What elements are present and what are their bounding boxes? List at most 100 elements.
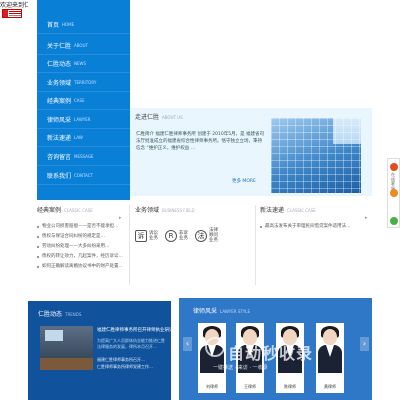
laws-title-en: CLASSIC CASE: [287, 208, 316, 213]
business-title: 业务领域: [135, 207, 160, 214]
business-heading: 业务领域 BUSINESS FIELD: [135, 205, 252, 214]
nav-item-news[interactable]: 仁胜动态 NEWS: [37, 55, 130, 73]
nav-item-label: 经典案例: [47, 98, 72, 105]
about-more-link[interactable]: 更多 MORE: [232, 178, 256, 184]
law-link[interactable]: 最高法发布关于审理民间借贷案件适用法…: [265, 222, 351, 232]
logo-mark: [3, 10, 8, 17]
list-item[interactable]: 物业公司损害赔偿——是否不能承担…: [37, 222, 125, 232]
glass-grid: [271, 118, 361, 193]
lawyer-name: 黄律师: [324, 384, 336, 389]
list-item[interactable]: 债权的转让效力，几起案件，经历诉讼…: [37, 252, 125, 262]
site-logo[interactable]: [2, 9, 22, 18]
cases-more-icon[interactable]: ▸: [119, 215, 122, 221]
case-link[interactable]: 如何正确解读离婚协议书中的财产处置…: [42, 262, 123, 272]
nav-item-sublabel: ABOUT: [74, 43, 88, 48]
nav-item-lawyer[interactable]: 律师风采 LAWYER: [37, 111, 130, 129]
case-link[interactable]: 劳动纠纷处理——大多纠纷采用…: [42, 242, 110, 252]
news-photo[interactable]: [40, 326, 93, 370]
about-text: 仁胜简介 福建仁胜律师事务所 创建于 2010年5月，是 福建省司法厅批准成立的…: [136, 132, 265, 151]
list-item[interactable]: 最高法发布关于审理民间借贷案件适用法…: [260, 222, 370, 232]
lawyer-card[interactable]: 刘律师: [198, 323, 226, 393]
bullet-icon: [260, 226, 262, 228]
nav-item-contact[interactable]: 联系我们 CONTACT: [37, 167, 130, 185]
nav-item-label: 联系我们: [47, 173, 72, 180]
prev-arrow-icon[interactable]: ‹: [183, 337, 192, 351]
bullet-icon: [37, 226, 39, 228]
cases-section: 经典案例 CLASSIC CASE 物业公司损害赔偿——是否不能承担… 债权与保证…: [37, 205, 125, 295]
nav-item-sublabel: HOME: [62, 22, 75, 27]
watermark-text: 自动秒收录: [228, 344, 314, 363]
lawyer-card[interactable]: 黄律师: [316, 323, 344, 393]
nav-rail: [28, 0, 37, 210]
laws-section: 新法速递 CLASSIC CASE 最高法发布关于审理民间借贷案件适用法…: [260, 205, 370, 295]
document-icon: 诉: [135, 229, 147, 242]
laws-list: 最高法发布关于审理民间借贷案件适用法…: [260, 222, 370, 232]
divider: [129, 205, 130, 285]
business-label: 法律顾问业务: [209, 228, 218, 243]
nav-item-case[interactable]: 经典案例 CASE: [37, 92, 130, 110]
bullet-icon: [37, 246, 39, 248]
meeting-desk: [40, 358, 93, 370]
list-item[interactable]: 劳动纠纷处理——大多纠纷采用…: [37, 242, 125, 252]
nav-item-sublabel: CONTACT: [74, 173, 93, 178]
laws-title: 新法速递: [260, 207, 285, 214]
watermark-logo-icon: [205, 337, 225, 357]
bullet-icon: [37, 236, 39, 238]
wechat-icon[interactable]: [390, 217, 398, 225]
nav-item-home[interactable]: 首页 HOME: [37, 16, 130, 34]
nav-item-label: 业务领域: [47, 80, 72, 87]
news-headline[interactable]: 福建仁胜律师事务所召开律师执业研讨…: [97, 327, 178, 333]
nav-item-label: 关于仁胜: [47, 43, 72, 50]
case-link[interactable]: 债权的转让效力，几起案件，经历诉讼…: [42, 252, 123, 262]
news-list: 福建仁胜律师事务所召开… 仁胜律师事务所律师党建工作…: [97, 356, 167, 370]
nav-item-message[interactable]: 咨询留言 MESSAGE: [37, 148, 130, 166]
nav-item-sublabel: MESSAGE: [74, 154, 94, 159]
news-link[interactable]: 仁胜律师事务所律师党建工作…: [97, 363, 167, 370]
business-counsel[interactable]: 法法律顾问业务: [195, 228, 219, 243]
news-heading: 仁胜动态 TRENDS: [38, 309, 81, 318]
about-title: 走进仁胜: [135, 114, 160, 121]
floating-service-bar[interactable]: 在线客服: [387, 158, 400, 228]
list-item[interactable]: 债权与保证合同纠纷的规定是…: [37, 232, 125, 242]
nav-item-sublabel: NEWS: [74, 61, 87, 66]
bullet-icon: [37, 266, 39, 268]
nav-item-label: 律师风采: [47, 117, 72, 124]
news-title: 仁胜动态: [38, 311, 63, 318]
bullet-icon: [37, 256, 39, 258]
list-item[interactable]: 如何正确解读离婚协议书中的财产处置…: [37, 262, 125, 272]
laws-more-icon[interactable]: ▸: [365, 215, 368, 221]
business-section: 业务领域 BUSINESS FIELD 诉诉讼业务 R 非诉业务 法法律顾问业务: [135, 205, 252, 295]
face: [323, 329, 337, 345]
nav-item-about[interactable]: 关于仁胜 ABOUT: [37, 37, 130, 55]
news-link[interactable]: 福建仁胜律师事务所召开…: [97, 356, 167, 363]
next-arrow-icon[interactable]: ›: [360, 337, 369, 351]
nav-item-territory[interactable]: 业务领域 TERRITORY: [37, 74, 130, 92]
registered-icon: R: [165, 229, 177, 242]
nav-item-sublabel: LAW: [74, 135, 83, 140]
nav-item-label: 首页: [47, 22, 60, 29]
cases-title-en: CLASSIC CASE: [64, 208, 93, 213]
nav-item-label: 咨询留言: [47, 154, 72, 161]
case-link[interactable]: 物业公司损害赔偿——是否不能承担…: [42, 222, 119, 232]
nav-item-sublabel: CASE: [74, 98, 85, 103]
lawyers-heading: 律师风采 LAWYER STYLE: [193, 306, 250, 315]
nav-item-sublabel: TERRITORY: [74, 80, 97, 85]
chat-icon[interactable]: [390, 163, 398, 171]
page: 欢迎来到仁胜的网 首页 HOME 关于仁胜 ABOUT 仁胜动态 NEWS 业务领域 T…: [0, 0, 400, 400]
gavel-icon: 法: [195, 229, 207, 242]
about-title-en: ABOUT US: [162, 115, 183, 120]
case-link[interactable]: 债权与保证合同纠纷的规定是…: [42, 232, 105, 242]
news-summary: 为提高广大人员群体执业能力推进仁胜法律服务的发展，律所本月召开…: [97, 338, 165, 349]
business-non-litigation[interactable]: R 非诉业务: [165, 228, 189, 243]
qq-icon[interactable]: [390, 189, 398, 197]
business-litigation[interactable]: 诉诉讼业务: [135, 228, 159, 243]
nav-item-label: 仁胜动态: [47, 61, 72, 68]
business-icons: 诉诉讼业务 R 非诉业务 法法律顾问业务: [135, 228, 252, 243]
lawyer-name: 陈律师: [284, 384, 296, 389]
lawyers-title: 律师风采: [193, 308, 218, 315]
nav-item-label: 新法速递: [47, 135, 72, 142]
main-nav: 首页 HOME 关于仁胜 ABOUT 仁胜动态 NEWS 业务领域 TERRITORY …: [37, 0, 130, 200]
lawyers-title-en: LAWYER STYLE: [220, 309, 251, 314]
cases-title: 经典案例: [37, 207, 62, 214]
nav-item-law[interactable]: 新法速递 LAW: [37, 129, 130, 147]
